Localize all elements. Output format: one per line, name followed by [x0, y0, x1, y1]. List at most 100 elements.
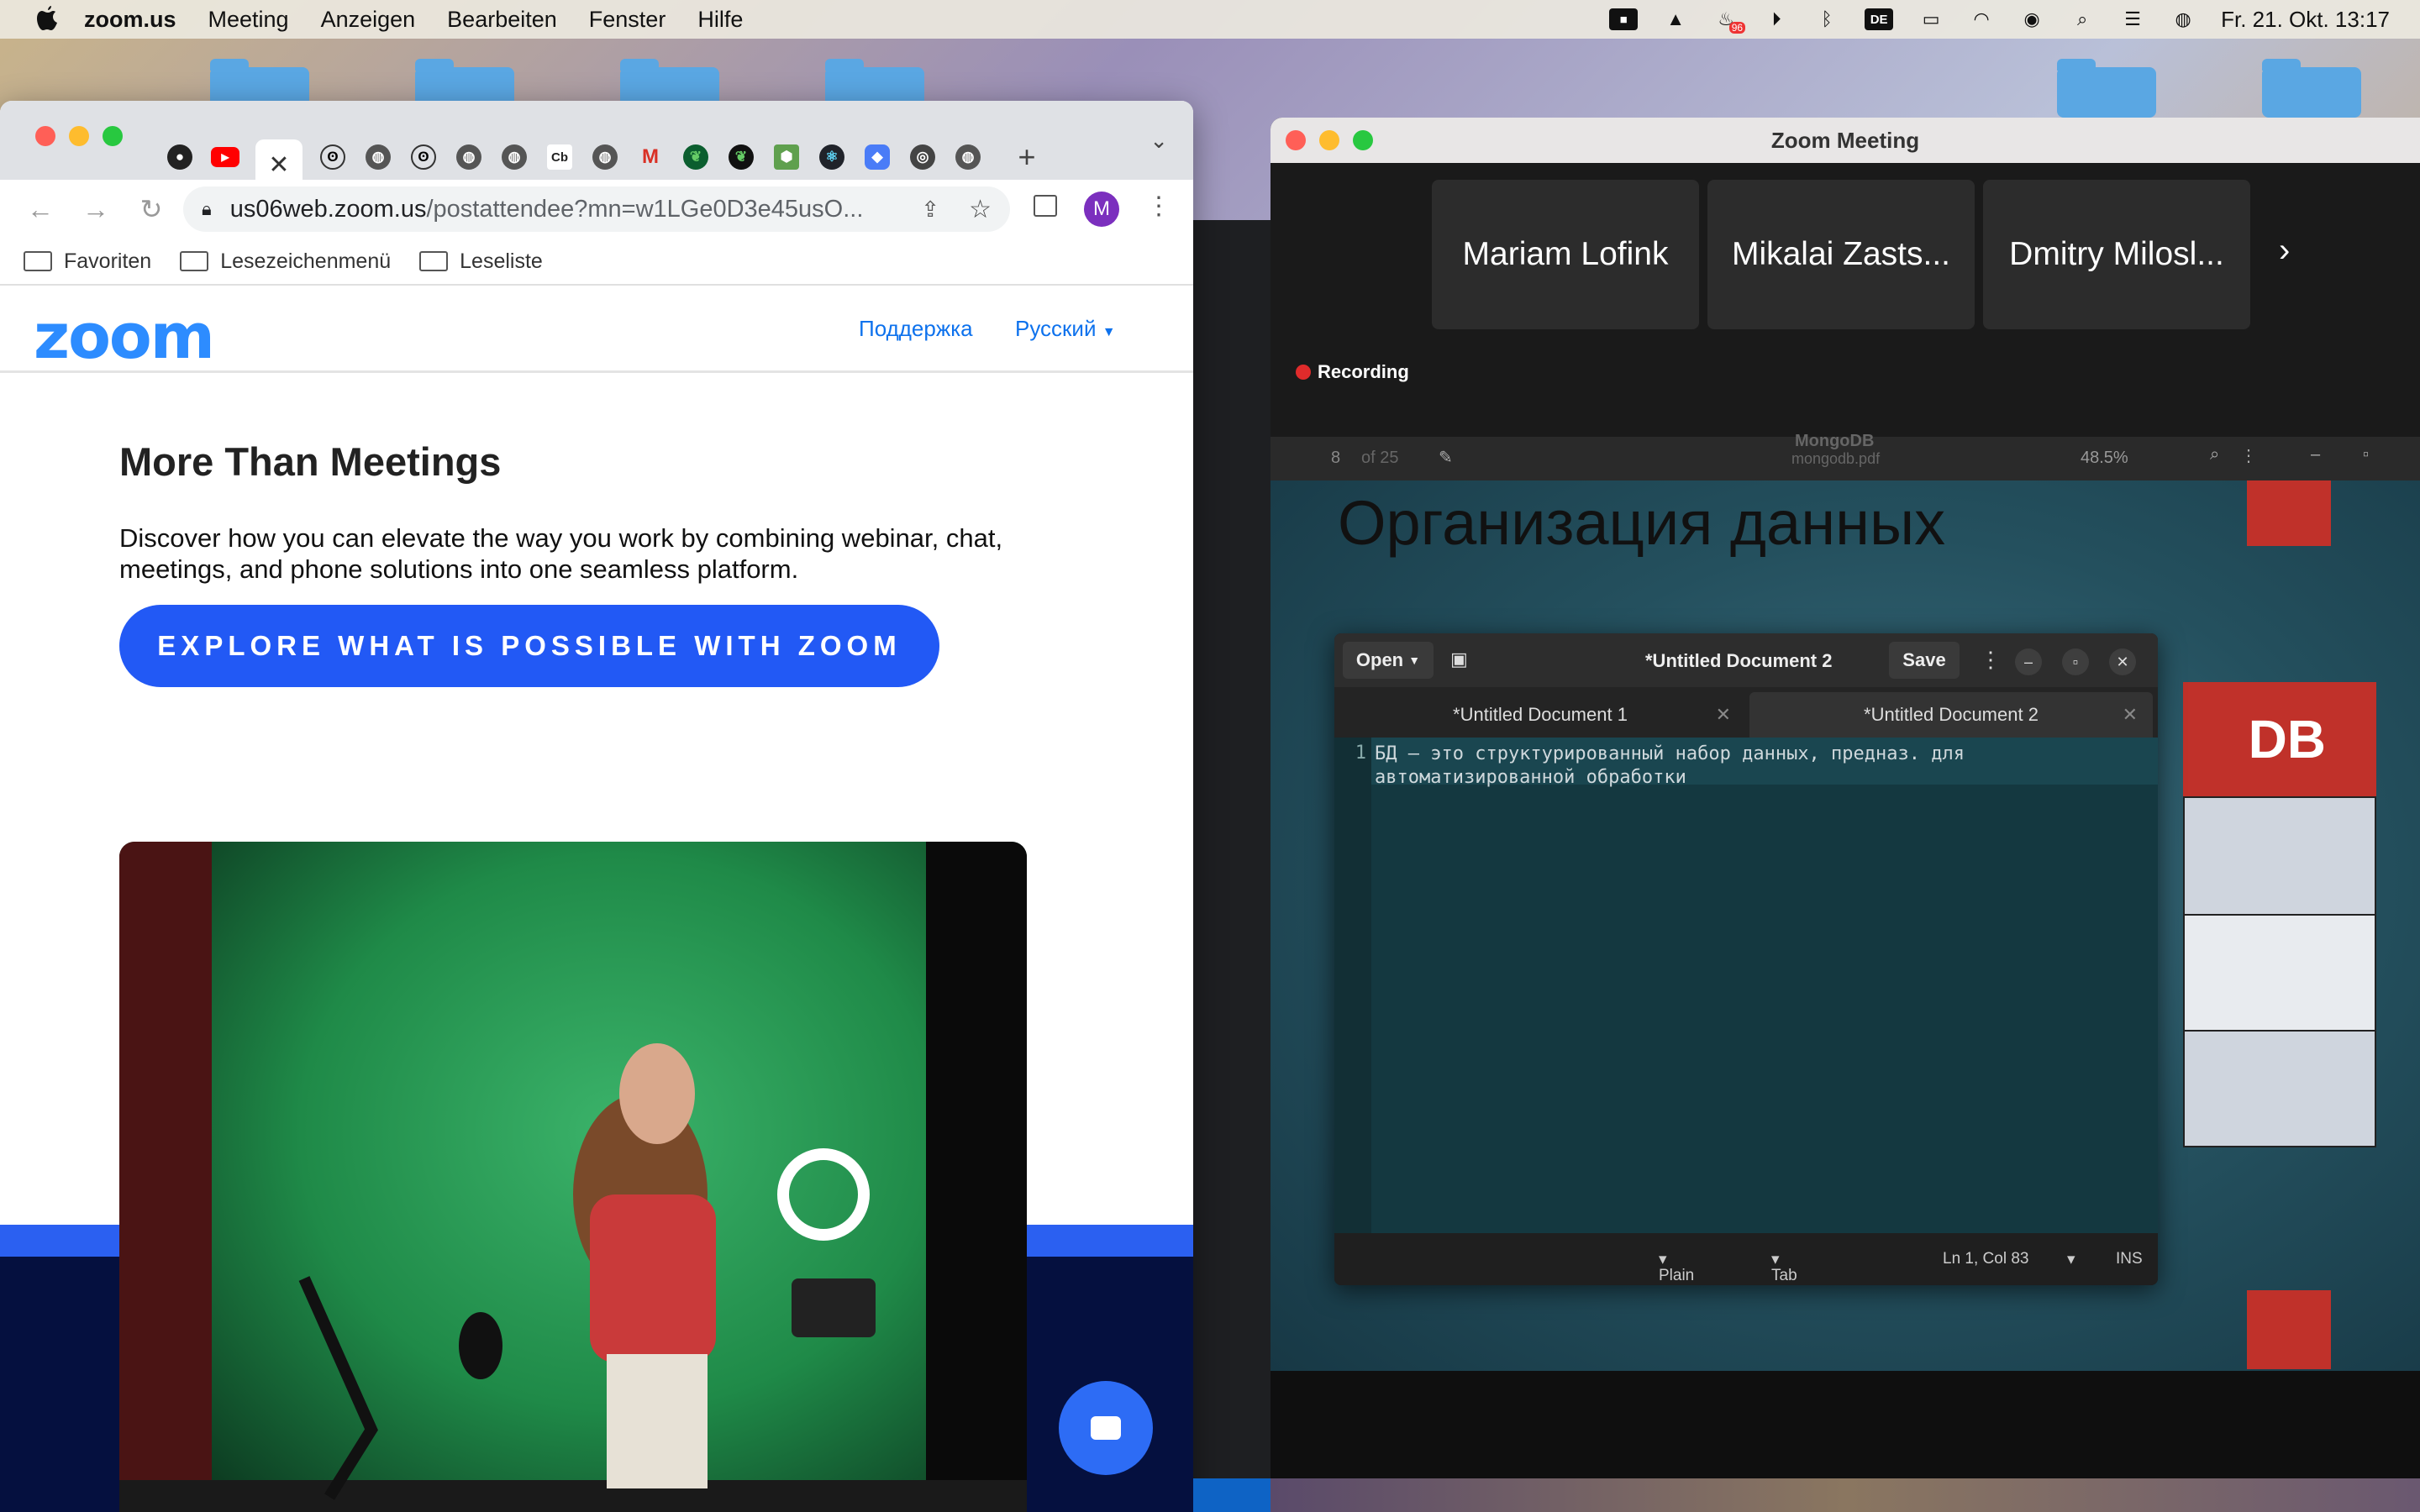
editor-tab-1[interactable]: *Untitled Document 1 ✕	[1334, 692, 1746, 738]
page-number-input[interactable]: 8	[1331, 449, 1365, 468]
open-button[interactable]: Open ▼	[1343, 642, 1434, 679]
tab-youtube[interactable]: ▶	[210, 142, 240, 172]
save-button[interactable]: Save	[1889, 642, 1960, 679]
bookmark-favoriten[interactable]: Favoriten	[24, 249, 151, 274]
bookmark-lesezeichenmenu[interactable]: Lesezeichenmenü	[180, 249, 391, 274]
tab-mongodb[interactable]: ❦	[681, 142, 711, 172]
editor-tab-2[interactable]: *Untitled Document 2 ✕	[1749, 692, 2153, 738]
insert-mode[interactable]: INS	[2116, 1250, 2143, 1268]
share-icon[interactable]: ⇪	[921, 197, 939, 223]
pdf-filename: mongodb.pdf	[1791, 450, 1881, 467]
menu-clock[interactable]: Fr. 21. Okt. 13:17	[2221, 7, 2390, 33]
new-document-icon[interactable]: ▣	[1450, 648, 1468, 670]
keyboard-layout-indicator[interactable]: DE	[1865, 8, 1894, 30]
chevron-down-icon[interactable]: ▾	[2067, 1250, 2075, 1269]
recording-indicator[interactable]: Recording	[1296, 361, 1409, 383]
minimize-window-button[interactable]	[69, 126, 89, 146]
menu-bar: zoom.us Meeting Anzeigen Bearbeiten Fens…	[0, 0, 2420, 39]
tab-globe[interactable]: ◍	[953, 142, 983, 172]
menu-app-name[interactable]: zoom.us	[84, 7, 176, 33]
tab-width-selector[interactable]: Tab Width: 4 ▾	[1771, 1250, 1797, 1284]
new-tab-button[interactable]: +	[1012, 139, 1042, 174]
user-icon[interactable]: ◉	[2019, 8, 2044, 30]
menu-anzeigen[interactable]: Anzeigen	[321, 7, 416, 33]
bookmark-leseliste[interactable]: Leseliste	[419, 249, 543, 274]
search-icon[interactable]: ⌕	[2210, 445, 2219, 465]
tab-face[interactable]: ʘ	[408, 142, 439, 172]
zoom-level-select[interactable]: 48.5%	[2081, 449, 2128, 468]
tab-github[interactable]: ●	[165, 142, 195, 172]
wifi-icon[interactable]: ◠	[1969, 8, 1994, 30]
menu-bearbeiten[interactable]: Bearbeiten	[447, 7, 557, 33]
minimize-icon[interactable]: –	[2015, 648, 2042, 675]
bookmark-star-icon[interactable]: ☆	[969, 195, 992, 224]
support-link[interactable]: Поддержка	[859, 316, 973, 342]
close-tab-icon[interactable]: ✕	[1716, 704, 1731, 726]
menu-meeting[interactable]: Meeting	[208, 7, 289, 33]
close-icon[interactable]: ✕	[268, 150, 289, 180]
recording-label: Recording	[1318, 361, 1409, 382]
tab-search-button[interactable]: ⌄	[1150, 128, 1168, 154]
control-center-icon[interactable]: ☰	[2120, 8, 2145, 30]
edit-icon[interactable]: ✎	[1439, 447, 1453, 468]
tab-chrome[interactable]: ◎	[908, 142, 938, 172]
close-tab-icon[interactable]: ✕	[2123, 704, 2138, 726]
zoom-status-icon[interactable]: ■	[1609, 8, 1639, 30]
zoom-logo[interactable]: zoom	[34, 301, 215, 373]
minimize-window-button[interactable]	[1319, 130, 1339, 150]
explore-cta-button[interactable]: EXPLORE WHAT IS POSSIBLE WITH ZOOM	[119, 605, 939, 687]
address-bar[interactable]: 🔒︎ us06web.zoom.us/postattendee?mn=w1LGe…	[183, 186, 1010, 232]
globe-icon: ◍	[456, 144, 481, 170]
language-selector[interactable]: Русский ▼	[1015, 316, 1116, 342]
profile-avatar[interactable]: M	[1084, 192, 1119, 227]
tab-gmail[interactable]: M	[635, 142, 666, 172]
chat-widget-button[interactable]	[1059, 1381, 1153, 1475]
menu-hilfe[interactable]: Hilfe	[697, 7, 743, 33]
participant-tile[interactable]: Mariam Lofink	[1432, 180, 1699, 329]
tab-globe[interactable]: ◍	[499, 142, 529, 172]
battery-icon[interactable]: ▭	[1918, 8, 1944, 30]
editor-text-area[interactable]: 1 БД – это структурированный набор данны…	[1334, 738, 2158, 1233]
siri-icon[interactable]: ◍	[2170, 8, 2196, 30]
more-menu-icon[interactable]: ⋮	[1146, 192, 1171, 221]
zoom-window-button[interactable]	[103, 126, 123, 146]
tab-cb[interactable]: Cb	[544, 142, 575, 172]
maximize-icon[interactable]: ▫	[2363, 445, 2369, 465]
maximize-icon[interactable]: ▫	[2062, 648, 2089, 675]
forward-button[interactable]: →	[81, 194, 111, 225]
search-icon[interactable]: ⌕	[2070, 8, 2095, 30]
tab-globe[interactable]: ◍	[363, 142, 393, 172]
play-icon[interactable]: ⏵	[1764, 8, 1789, 30]
close-icon[interactable]: ✕	[2109, 648, 2136, 675]
editor-menu-icon[interactable]: ⋮	[1980, 647, 2002, 673]
tab-mongodb[interactable]: ❦	[726, 142, 756, 172]
more-menu-icon[interactable]: ⋮	[2240, 445, 2257, 466]
zoom-window-button[interactable]	[1353, 130, 1373, 150]
minimize-icon[interactable]: –	[2311, 445, 2320, 465]
reload-button[interactable]: ↻	[136, 193, 166, 225]
language-selector[interactable]: Plain Text ▾	[1659, 1250, 1694, 1284]
bluetooth-icon[interactable]: ᛒ	[1814, 8, 1839, 30]
close-window-button[interactable]	[35, 126, 55, 146]
tab-face[interactable]: ʘ	[318, 142, 348, 172]
desktop-folder-icon[interactable]	[2262, 59, 2361, 118]
cursor-position[interactable]: Ln 1, Col 83	[1943, 1250, 2028, 1268]
apple-icon[interactable]	[34, 5, 62, 34]
participant-tile[interactable]: Mikalai Zasts...	[1707, 180, 1975, 329]
lock-icon[interactable]: 🔒︎	[202, 198, 212, 220]
participant-tile[interactable]: Dmitry Milosl...	[1983, 180, 2250, 329]
tab-globe[interactable]: ◍	[590, 142, 620, 172]
tab-node[interactable]: ⬢	[771, 142, 802, 172]
drive-icon[interactable]: ▲	[1663, 8, 1688, 30]
app-badge-icon[interactable]: ♨ 96	[1713, 8, 1746, 34]
editor-content[interactable]: БД – это структурированный набор данных,…	[1375, 743, 2131, 790]
back-button[interactable]: ←	[25, 194, 55, 225]
tab-globe[interactable]: ◍	[454, 142, 484, 172]
tab-extension[interactable]: ◆	[862, 142, 892, 172]
close-window-button[interactable]	[1286, 130, 1306, 150]
tab-react[interactable]: ⚛	[817, 142, 847, 172]
next-participants-button[interactable]: ›	[2279, 232, 2290, 270]
desktop-folder-icon[interactable]	[2057, 59, 2156, 118]
side-panel-icon[interactable]	[1034, 195, 1057, 217]
menu-fenster[interactable]: Fenster	[589, 7, 666, 33]
